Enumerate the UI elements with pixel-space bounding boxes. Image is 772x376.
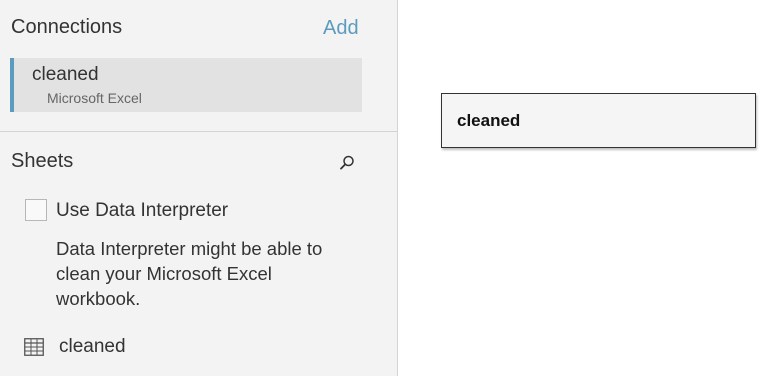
connection-item[interactable]: cleaned Microsoft Excel (10, 58, 362, 112)
use-data-interpreter-checkbox[interactable] (25, 199, 47, 221)
connection-name: cleaned (32, 64, 99, 85)
left-pane: Connections Add cleaned Microsoft Excel … (0, 0, 398, 376)
data-source-page: Connections Add cleaned Microsoft Excel … (0, 0, 772, 376)
data-interpreter-description: Data Interpreter might be able to clean … (56, 238, 323, 309)
section-divider (0, 131, 397, 132)
connections-heading: Connections (11, 16, 123, 38)
sheet-name: cleaned (59, 336, 126, 357)
sheets-heading: Sheets (11, 150, 74, 172)
connection-type: Microsoft Excel (47, 90, 142, 106)
search-icon[interactable] (338, 154, 356, 172)
table-icon (24, 338, 44, 356)
sheet-item[interactable]: cleaned (22, 334, 362, 362)
add-connection-link[interactable]: Add (323, 17, 359, 40)
use-data-interpreter-label[interactable]: Use Data Interpreter (56, 200, 228, 222)
canvas-area[interactable] (398, 0, 772, 376)
canvas-table[interactable]: cleaned (441, 93, 756, 148)
canvas-table-label: cleaned (457, 111, 521, 130)
